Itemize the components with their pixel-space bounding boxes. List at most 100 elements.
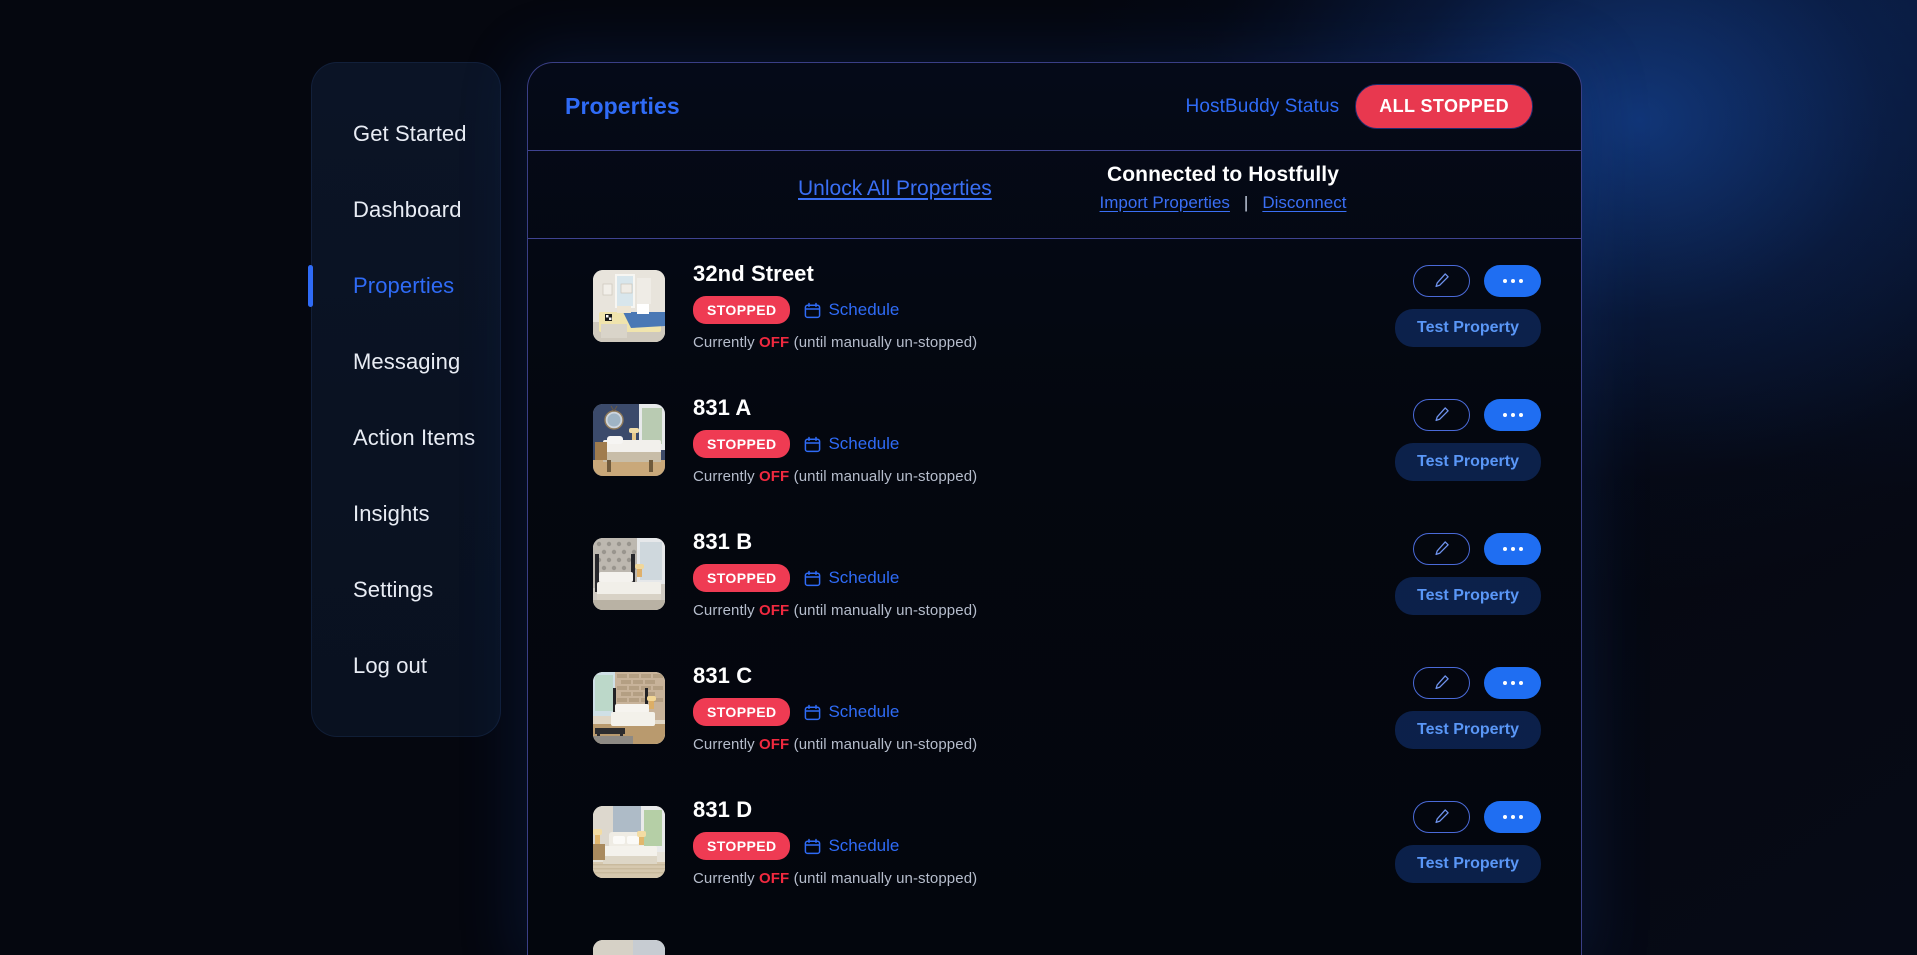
edit-property-button[interactable] (1413, 801, 1470, 833)
panel-header: Properties HostBuddy Status ALL STOPPED (528, 63, 1581, 151)
property-actions: Test Property (1331, 801, 1541, 883)
calendar-icon (804, 704, 821, 721)
sidebar-item-label: Get Started (353, 121, 467, 146)
sidebar-item-label: Insights (353, 501, 430, 526)
property-info: 831 A STOPPED Schedule Currently OFF (un… (693, 395, 1331, 485)
property-actions: Test Property (1331, 399, 1541, 481)
calendar-icon (804, 838, 821, 855)
calendar-icon (804, 302, 821, 319)
sidebar-item-action-items[interactable]: Action Items (311, 400, 501, 476)
status-suffix: (until manually un-stopped) (789, 736, 978, 753)
ellipsis-icon (1502, 815, 1523, 819)
schedule-label: Schedule (828, 702, 900, 721)
edit-property-button[interactable] (1413, 533, 1470, 565)
property-status-text: Currently OFF (until manually un-stopped… (693, 870, 1331, 887)
calendar-icon (804, 570, 821, 587)
schedule-label: Schedule (828, 300, 900, 319)
connection-status-block: Connected to Hostfully Import Properties… (1058, 163, 1388, 213)
sidebar-item-label: Messaging (353, 349, 461, 374)
sidebar-item-label: Settings (353, 577, 434, 602)
property-status-text: Currently OFF (until manually un-stopped… (693, 602, 1331, 619)
property-info: 831 C STOPPED Schedule Currently OFF (un… (693, 663, 1331, 753)
action-button-group (1413, 801, 1541, 833)
ellipsis-icon (1502, 279, 1523, 283)
property-row[interactable]: 831 B STOPPED Schedule Currently OFF (un… (528, 507, 1581, 641)
schedule-link[interactable]: Schedule (804, 434, 899, 454)
property-row[interactable]: 831 D STOPPED Schedule Currently OFF (un… (528, 775, 1581, 909)
status-state: OFF (759, 334, 790, 351)
sidebar-item-settings[interactable]: Settings (311, 552, 501, 628)
more-options-button[interactable] (1484, 265, 1541, 297)
calendar-icon (804, 436, 821, 453)
status-state: OFF (759, 468, 790, 485)
more-options-button[interactable] (1484, 533, 1541, 565)
property-meta: STOPPED Schedule (693, 698, 1331, 726)
schedule-link[interactable]: Schedule (804, 702, 899, 722)
schedule-label: Schedule (828, 434, 900, 453)
property-actions: Test Property (1331, 265, 1541, 347)
action-button-group (1413, 667, 1541, 699)
property-name: 831 D (693, 797, 753, 822)
sidebar-item-insights[interactable]: Insights (311, 476, 501, 552)
property-row[interactable]: 831 C STOPPED Schedule Currently OFF (un… (528, 641, 1581, 775)
test-property-button[interactable]: Test Property (1395, 845, 1541, 883)
schedule-link[interactable]: Schedule (804, 568, 899, 588)
property-row[interactable]: 831 A STOPPED Schedule Currently OFF (un… (528, 373, 1581, 507)
sidebar-item-get-started[interactable]: Get Started (311, 96, 501, 172)
header-status-group: HostBuddy Status ALL STOPPED (1186, 84, 1533, 129)
property-actions: Test Property (1331, 533, 1541, 615)
property-row[interactable]: 32nd Street STOPPED Schedule Currently O… (528, 239, 1581, 373)
status-prefix: Currently (693, 870, 760, 887)
more-options-button[interactable] (1484, 399, 1541, 431)
test-property-button[interactable]: Test Property (1395, 309, 1541, 347)
more-options-button[interactable] (1484, 801, 1541, 833)
sidebar-item-dashboard[interactable]: Dashboard (311, 172, 501, 248)
edit-property-button[interactable] (1413, 667, 1470, 699)
status-state: OFF (759, 870, 790, 887)
pencil-icon (1434, 674, 1450, 693)
edit-property-button[interactable] (1413, 399, 1470, 431)
property-thumbnail (593, 806, 665, 878)
property-meta: STOPPED Schedule (693, 564, 1331, 592)
ellipsis-icon (1502, 413, 1523, 417)
status-badge: STOPPED (693, 430, 791, 458)
status-badge: STOPPED (693, 564, 791, 592)
unlock-all-properties-link[interactable]: Unlock All Properties (798, 177, 992, 201)
hostbuddy-status-label: HostBuddy Status (1185, 95, 1340, 117)
property-status-text: Currently OFF (until manually un-stopped… (693, 334, 1331, 351)
sidebar-nav: Get Started Dashboard Properties Messaging A… (308, 62, 501, 737)
schedule-link[interactable]: Schedule (804, 836, 899, 856)
property-thumbnail (593, 404, 665, 476)
properties-panel: Properties HostBuddy Status ALL STOPPED … (527, 62, 1582, 955)
pencil-icon (1434, 540, 1450, 559)
more-options-button[interactable] (1484, 667, 1541, 699)
sidebar-item-log-out[interactable]: Log out (311, 628, 501, 704)
property-thumbnail (593, 940, 665, 955)
status-state: OFF (759, 736, 790, 753)
test-property-button[interactable]: Test Property (1395, 711, 1541, 749)
import-properties-link[interactable]: Import Properties (1100, 193, 1230, 213)
edit-property-button[interactable] (1413, 265, 1470, 297)
all-stopped-badge[interactable]: ALL STOPPED (1355, 84, 1533, 129)
property-meta: STOPPED Schedule (693, 430, 1331, 458)
sidebar-item-properties[interactable]: Properties (308, 248, 501, 324)
property-info: 831 D STOPPED Schedule Currently OFF (un… (693, 797, 1331, 887)
pencil-icon (1434, 272, 1450, 291)
status-badge: STOPPED (693, 296, 791, 324)
test-property-button[interactable]: Test Property (1395, 577, 1541, 615)
pencil-icon (1434, 406, 1450, 425)
disconnect-link[interactable]: Disconnect (1262, 193, 1346, 213)
connected-title: Connected to Hostfully (1106, 163, 1340, 186)
sidebar-item-label: Properties (353, 273, 455, 298)
pencil-icon (1434, 808, 1450, 827)
test-property-button[interactable]: Test Property (1395, 443, 1541, 481)
schedule-link[interactable]: Schedule (804, 300, 899, 320)
connection-links: Import Properties | Disconnect (1058, 193, 1388, 213)
action-button-group (1413, 399, 1541, 431)
property-row[interactable] (528, 909, 1581, 955)
sidebar-item-messaging[interactable]: Messaging (311, 324, 501, 400)
property-name: 831 B (693, 529, 753, 554)
status-badge: STOPPED (693, 832, 791, 860)
status-state: OFF (759, 602, 790, 619)
status-badge: STOPPED (693, 698, 791, 726)
